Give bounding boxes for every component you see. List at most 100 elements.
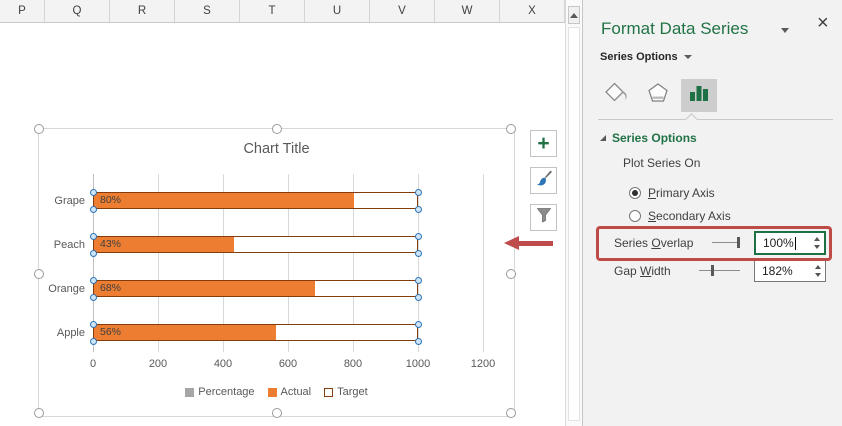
- series-overlap-spinner[interactable]: [814, 233, 820, 253]
- spin-up-icon[interactable]: [814, 237, 820, 241]
- series-overlap-slider[interactable]: [712, 242, 740, 243]
- actual-bar[interactable]: [94, 193, 354, 208]
- column-header[interactable]: X: [500, 0, 565, 22]
- actual-bar[interactable]: [94, 281, 315, 296]
- column-header[interactable]: U: [305, 0, 370, 22]
- chart-selection-handle[interactable]: [34, 268, 44, 279]
- format-data-series-pane: Format Data Series × Series Options Seri…: [582, 0, 842, 426]
- pane-separator: [598, 119, 833, 120]
- gap-width-spinner[interactable]: [815, 260, 821, 281]
- section-title: Series Options: [612, 131, 697, 145]
- gap-width-slider-handle[interactable]: [711, 265, 714, 276]
- spin-down-icon[interactable]: [815, 272, 821, 277]
- arrow-head-icon: [504, 236, 519, 250]
- chart-selection-handle[interactable]: [506, 124, 516, 134]
- column-header[interactable]: T: [240, 0, 305, 22]
- series-options-section-header[interactable]: Series Options: [600, 131, 697, 145]
- bar-selection-handle[interactable]: [414, 205, 422, 213]
- funnel-icon: [535, 206, 553, 229]
- axis-tick-label: 1000: [405, 358, 431, 370]
- pane-title-dropdown-icon[interactable]: [781, 28, 789, 33]
- bar-selection-handle[interactable]: [414, 321, 422, 328]
- legend-label: Percentage: [198, 386, 255, 398]
- column-headers: PQRSTUVWX: [0, 0, 565, 23]
- secondary-axis-option[interactable]: Secondary Axis: [629, 209, 731, 223]
- gap-width-input[interactable]: 182%: [754, 259, 826, 282]
- series-overlap-input[interactable]: 100%: [754, 231, 826, 255]
- radio-button-icon[interactable]: [629, 210, 641, 222]
- series-overlap-slider-handle[interactable]: [737, 237, 740, 248]
- gap-width-value: 182%: [762, 263, 793, 278]
- chart-elements-button[interactable]: +: [530, 130, 557, 157]
- legend-item[interactable]: Actual: [267, 386, 311, 398]
- chevron-down-icon: [683, 55, 692, 59]
- column-header[interactable]: S: [175, 0, 240, 22]
- pane-close-button[interactable]: ×: [817, 13, 829, 33]
- radio-button-icon[interactable]: [629, 187, 641, 199]
- chart-selection-handle[interactable]: [34, 408, 44, 418]
- chart-legend[interactable]: Percentage Actual Target: [39, 386, 514, 398]
- collapse-triangle-icon: [600, 135, 606, 141]
- bar-selection-handle[interactable]: [414, 189, 422, 196]
- tab-effects[interactable]: [640, 79, 676, 112]
- axis-tick-label: 400: [213, 358, 233, 370]
- plus-icon: +: [537, 132, 550, 155]
- chart-selection-handle[interactable]: [506, 408, 516, 418]
- bar-selection-handle[interactable]: [414, 293, 422, 301]
- scroll-up-button[interactable]: [568, 6, 580, 24]
- target-bar[interactable]: 43%: [90, 233, 422, 257]
- chart-title[interactable]: Chart Title: [39, 141, 514, 157]
- chart[interactable]: Chart Title 0 200 400 600 800 1000 1200 Grape 80…: [34, 124, 516, 418]
- category-axis-label: Peach: [53, 238, 85, 251]
- data-label: 80%: [100, 194, 122, 206]
- gridline: [483, 174, 484, 352]
- column-header[interactable]: V: [370, 0, 435, 22]
- column-header[interactable]: W: [435, 0, 500, 22]
- chart-filters-button[interactable]: [530, 204, 557, 231]
- column-header[interactable]: Q: [45, 0, 110, 22]
- chart-selection-handle[interactable]: [272, 408, 282, 418]
- pane-tabs: [599, 79, 717, 112]
- bar-selection-handle[interactable]: [414, 249, 422, 257]
- chart-selection-handle[interactable]: [272, 124, 282, 134]
- legend-item[interactable]: Percentage: [185, 386, 255, 398]
- legend-swatch-icon: [267, 387, 277, 397]
- data-label: 68%: [100, 282, 122, 294]
- chart-selection-handle[interactable]: [34, 124, 44, 134]
- bar-selection-handle[interactable]: [414, 337, 422, 345]
- column-header[interactable]: R: [110, 0, 175, 22]
- tab-fill-line[interactable]: [599, 79, 635, 112]
- category-axis-label: Grape: [54, 194, 85, 207]
- legend-item[interactable]: Target: [324, 386, 368, 398]
- plot-area[interactable]: 0 200 400 600 800 1000 1200 Grape 80% Peach 43% Ora…: [48, 174, 495, 370]
- bar-selection-handle[interactable]: [90, 293, 97, 301]
- tab-series-options[interactable]: [681, 79, 717, 112]
- target-bar[interactable]: 80%: [90, 189, 422, 213]
- bar-selection-handle[interactable]: [90, 189, 97, 196]
- chart-selection-handle[interactable]: [506, 268, 516, 279]
- spin-down-icon[interactable]: [814, 245, 820, 249]
- primary-axis-option[interactable]: Primary Axis: [629, 186, 715, 200]
- bar-selection-handle[interactable]: [90, 277, 97, 284]
- bar-selection-handle[interactable]: [414, 233, 422, 240]
- bar-selection-handle[interactable]: [90, 337, 97, 345]
- gap-width-slider[interactable]: [699, 270, 740, 271]
- bar-selection-handle[interactable]: [90, 205, 97, 213]
- scrollbar-track[interactable]: [568, 27, 580, 421]
- options-dropdown[interactable]: Series Options: [600, 51, 692, 63]
- bar-selection-handle[interactable]: [90, 321, 97, 328]
- target-bar[interactable]: 56%: [90, 321, 422, 345]
- vertical-scrollbar[interactable]: [565, 0, 582, 426]
- actual-bar[interactable]: [94, 325, 276, 340]
- bar-selection-handle[interactable]: [414, 277, 422, 284]
- spin-up-icon[interactable]: [815, 264, 821, 269]
- axis-tick-label: 800: [343, 358, 363, 370]
- target-bar[interactable]: 68%: [90, 277, 422, 301]
- chart-styles-button[interactable]: [530, 167, 557, 194]
- column-header[interactable]: P: [0, 0, 45, 22]
- pane-title: Format Data Series: [601, 19, 749, 38]
- primary-axis-label: Primary Axis: [648, 186, 715, 200]
- bar-selection-handle[interactable]: [90, 249, 97, 257]
- arrow-shaft: [518, 241, 553, 246]
- bar-selection-handle[interactable]: [90, 233, 97, 240]
